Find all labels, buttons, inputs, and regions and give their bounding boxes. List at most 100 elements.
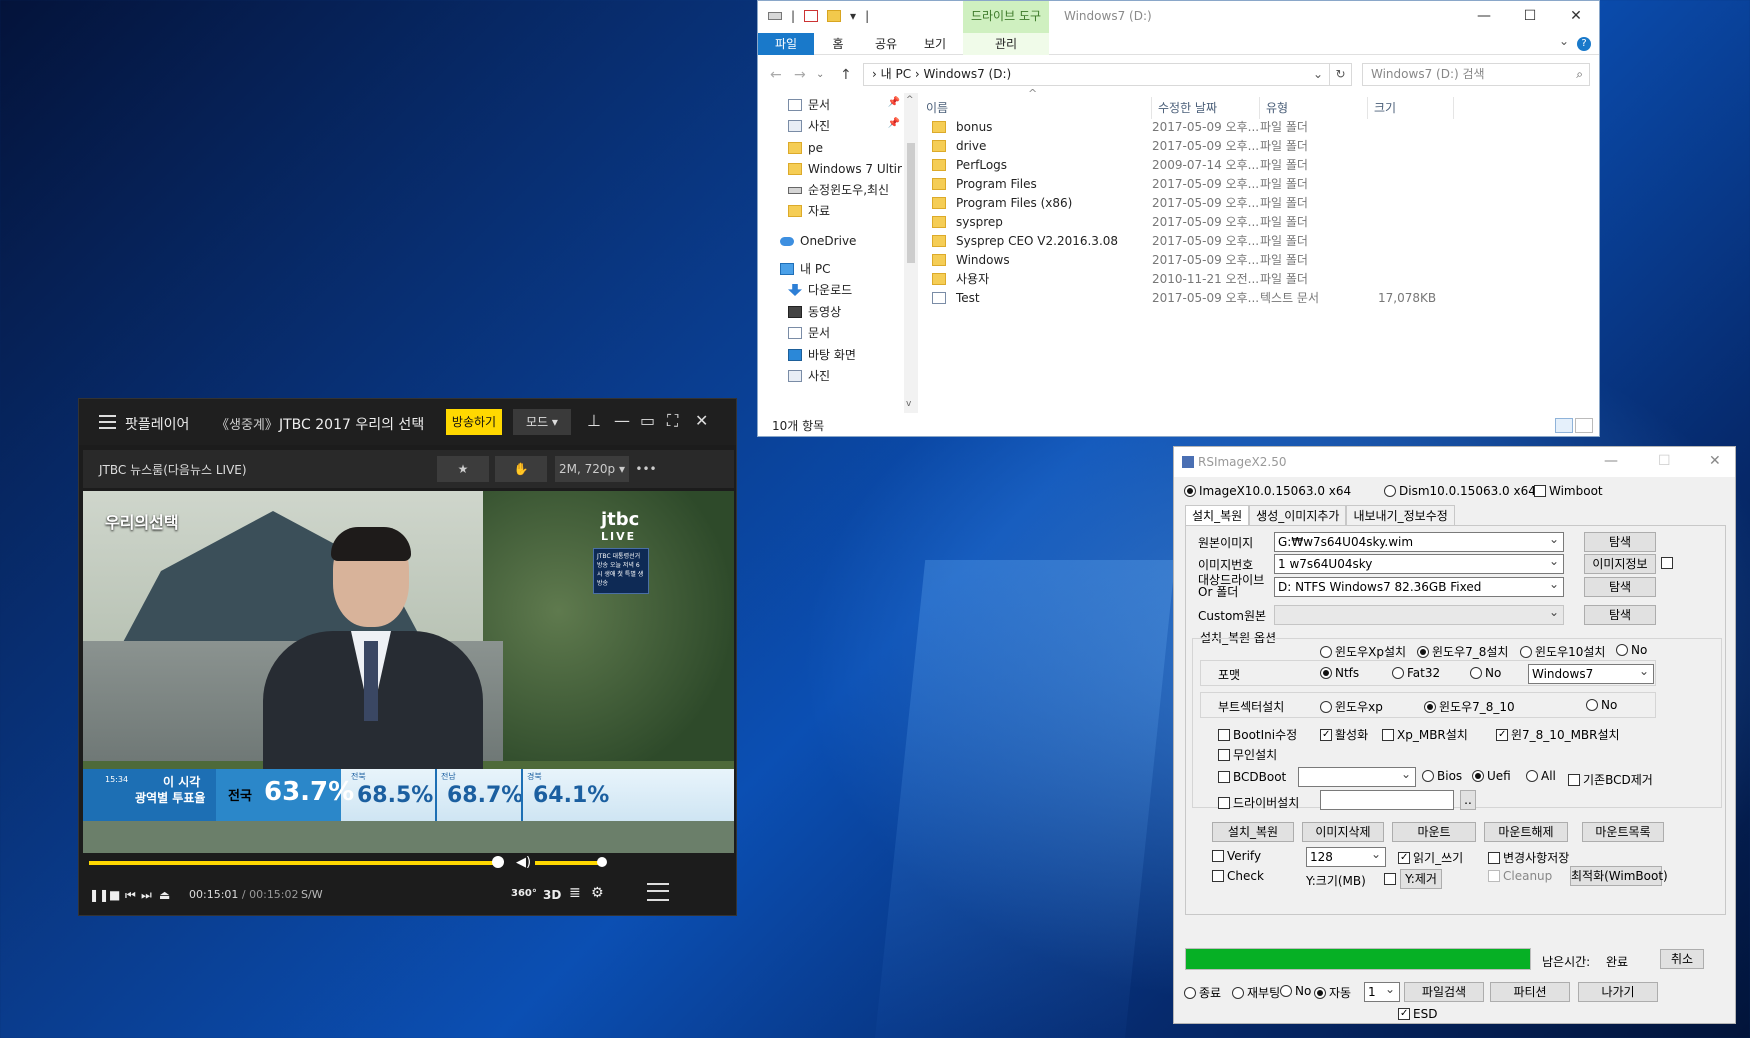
mount-size-combo[interactable]: 128 bbox=[1306, 847, 1386, 867]
column-header-size[interactable]: 크기 bbox=[1368, 97, 1454, 119]
mount-button[interactable]: 마운트 bbox=[1392, 822, 1476, 842]
format-ntfs-radio[interactable]: Ntfs bbox=[1320, 666, 1359, 680]
nav-item-pe[interactable]: pe bbox=[788, 138, 823, 158]
cancel-button[interactable]: 취소 bbox=[1660, 949, 1704, 969]
close-button[interactable]: ✕ bbox=[1553, 1, 1599, 31]
minimize-button[interactable]: — bbox=[1461, 1, 1507, 31]
cleanup-checkbox[interactable]: Cleanup bbox=[1488, 869, 1552, 883]
drive-icon[interactable] bbox=[768, 12, 782, 20]
maximize-button[interactable]: ☐ bbox=[1507, 1, 1553, 31]
previous-icon[interactable]: ⏮ bbox=[125, 888, 136, 903]
seek-handle[interactable] bbox=[492, 856, 504, 868]
playlist-icon[interactable] bbox=[647, 883, 669, 901]
read-write-checkbox[interactable]: 읽기_쓰기 bbox=[1398, 849, 1463, 866]
maximize-button[interactable]: ▭ bbox=[640, 411, 655, 430]
file-row[interactable]: Program Files 2017-05-09 오후... 파일 폴더 bbox=[920, 174, 1599, 195]
activate-checkbox[interactable]: 활성화 bbox=[1320, 726, 1368, 743]
imagex-radio[interactable]: ImageX10.0.15063.0 x64 bbox=[1184, 484, 1351, 498]
boot-xp-radio[interactable]: 윈도우xp bbox=[1320, 698, 1383, 715]
column-header-name[interactable]: 이름 bbox=[920, 97, 1152, 119]
partition-button[interactable]: 파티션 bbox=[1490, 982, 1570, 1002]
360-view-icon[interactable]: 360° bbox=[511, 888, 537, 899]
file-row[interactable]: bonus 2017-05-09 오후... 파일 폴더 bbox=[920, 117, 1599, 138]
y-remove-checkbox[interactable] bbox=[1384, 873, 1396, 885]
address-box[interactable]: › 내 PC › Windows7 (D:) ⌄ bbox=[863, 63, 1330, 86]
bootini-checkbox[interactable]: BootIni수정 bbox=[1218, 726, 1297, 743]
y-remove-button[interactable]: Y:제거 bbox=[1400, 869, 1442, 889]
nav-item-onedrive[interactable]: OneDrive bbox=[780, 231, 856, 251]
check-checkbox[interactable]: Check bbox=[1212, 869, 1264, 883]
driver-browse-button[interactable]: .. bbox=[1460, 790, 1476, 810]
file-row[interactable]: Sysprep CEO V2.2016.3.08 2017-05-09 오후...… bbox=[920, 231, 1599, 252]
tab-manage[interactable]: 관리 bbox=[963, 33, 1049, 55]
optimize-wimboot-button[interactable]: 최적화(WimBoot) bbox=[1570, 866, 1668, 886]
always-on-top-icon[interactable]: ⊥ bbox=[587, 411, 601, 430]
source-image-combo[interactable]: G:₩w7s64U04sky.wim bbox=[1274, 532, 1564, 552]
hand-icon[interactable]: ✋ bbox=[495, 456, 547, 482]
context-tab-drive-tools[interactable]: 드라이브 도구 bbox=[963, 1, 1049, 33]
nav-item-desktop[interactable]: 바탕 화면 bbox=[788, 345, 856, 365]
scroll-down-icon[interactable]: v bbox=[906, 399, 911, 409]
os-win10-radio[interactable]: 윈도우10설치 bbox=[1520, 643, 1605, 660]
column-header-date[interactable]: 수정한 날짜 bbox=[1152, 97, 1260, 119]
mount-list-button[interactable]: 마운트목록 bbox=[1582, 822, 1664, 842]
forward-arrow-icon[interactable]: → bbox=[794, 67, 806, 83]
scroll-thumb[interactable] bbox=[907, 143, 915, 263]
exit-button[interactable]: 나가기 bbox=[1578, 982, 1658, 1002]
nav-item-this-pc[interactable]: 내 PC bbox=[780, 259, 830, 279]
format-fat32-radio[interactable]: Fat32 bbox=[1392, 666, 1440, 680]
eject-icon[interactable]: ⏏ bbox=[159, 888, 170, 902]
volume-label-combo[interactable]: Windows7 bbox=[1528, 664, 1654, 684]
image-index-combo[interactable]: 1 w7s64U04sky bbox=[1274, 554, 1564, 574]
os-no-radio[interactable]: No bbox=[1616, 643, 1647, 657]
browse-custom-button[interactable]: 탐색 bbox=[1584, 605, 1656, 625]
details-view-icon[interactable] bbox=[1555, 418, 1573, 433]
settings-gear-icon[interactable]: ⚙ bbox=[591, 885, 604, 901]
unmount-button[interactable]: 마운트해제 bbox=[1484, 822, 1568, 842]
driver-install-checkbox[interactable]: 드라이버설치 bbox=[1218, 794, 1299, 811]
target-drive-combo[interactable]: D: NTFS Windows7 82.36GB Fixed bbox=[1274, 577, 1564, 597]
bcd-uefi-radio[interactable]: Uefi bbox=[1472, 769, 1511, 783]
nav-item-original-windows[interactable]: 순정윈도우,최신 bbox=[788, 180, 889, 200]
up-arrow-icon[interactable]: ↑ bbox=[840, 67, 852, 83]
seek-bar[interactable] bbox=[89, 856, 504, 868]
stop-icon[interactable]: ■ bbox=[109, 888, 120, 902]
menu-icon[interactable] bbox=[99, 415, 116, 429]
image-info-checkbox[interactable] bbox=[1661, 557, 1673, 569]
file-row[interactable]: drive 2017-05-09 오후... 파일 폴더 bbox=[920, 136, 1599, 157]
codec-label[interactable]: S/W bbox=[301, 888, 323, 901]
boot-win7810-radio[interactable]: 윈도우7_8_10 bbox=[1424, 698, 1515, 715]
search-input[interactable]: Windows7 (D:) 검색 ⌕ bbox=[1362, 63, 1590, 86]
verify-checkbox[interactable]: Verify bbox=[1212, 849, 1261, 863]
delete-image-button[interactable]: 이미지삭제 bbox=[1302, 822, 1384, 842]
browse-source-button[interactable]: 탐색 bbox=[1584, 532, 1656, 552]
tab-create-image[interactable]: 생성_이미지추가 bbox=[1249, 505, 1347, 525]
bcdboot-checkbox[interactable]: BCDBoot bbox=[1218, 770, 1286, 784]
file-row[interactable]: PerfLogs 2009-07-14 오후... 파일 폴더 bbox=[920, 155, 1599, 176]
nav-item-pictures[interactable]: 사진 bbox=[788, 116, 830, 136]
properties-icon[interactable] bbox=[804, 10, 819, 22]
help-icon[interactable]: ? bbox=[1577, 37, 1591, 51]
back-arrow-icon[interactable]: ← bbox=[770, 67, 782, 83]
boot-no-radio[interactable]: No bbox=[1586, 698, 1617, 712]
install-restore-button[interactable]: 설치_복원 bbox=[1212, 822, 1294, 842]
column-header-type[interactable]: 유형 bbox=[1260, 97, 1368, 119]
tab-export-info[interactable]: 내보내기_정보수정 bbox=[1346, 505, 1455, 525]
unattended-checkbox[interactable]: 무인설치 bbox=[1218, 746, 1277, 763]
os-win78-radio[interactable]: 윈도우7_8설치 bbox=[1417, 643, 1508, 660]
bcd-all-radio[interactable]: All bbox=[1526, 769, 1556, 783]
file-row[interactable]: Program Files (x86) 2017-05-09 오후... 파일 폴더 bbox=[920, 193, 1599, 214]
more-icon[interactable]: ••• bbox=[635, 456, 657, 482]
nav-item-windows7-ultimate[interactable]: Windows 7 Ultir bbox=[788, 159, 902, 179]
large-icons-view-icon[interactable] bbox=[1575, 418, 1593, 433]
end-auto-radio[interactable]: 자동 bbox=[1314, 984, 1351, 1001]
recent-locations-icon[interactable]: ⌄ bbox=[816, 69, 824, 80]
nav-item-videos[interactable]: 동영상 bbox=[788, 302, 841, 322]
end-count-combo[interactable]: 1 bbox=[1364, 982, 1400, 1002]
xp-mbr-checkbox[interactable]: Xp_MBR설치 bbox=[1382, 726, 1468, 743]
mode-dropdown[interactable]: 모드 ▾ bbox=[513, 409, 571, 435]
volume-handle[interactable] bbox=[597, 857, 607, 867]
file-row[interactable]: Windows 2017-05-09 오후... 파일 폴더 bbox=[920, 250, 1599, 271]
image-info-button[interactable]: 이미지정보 bbox=[1584, 554, 1656, 574]
3d-icon[interactable]: 3D bbox=[543, 888, 561, 902]
